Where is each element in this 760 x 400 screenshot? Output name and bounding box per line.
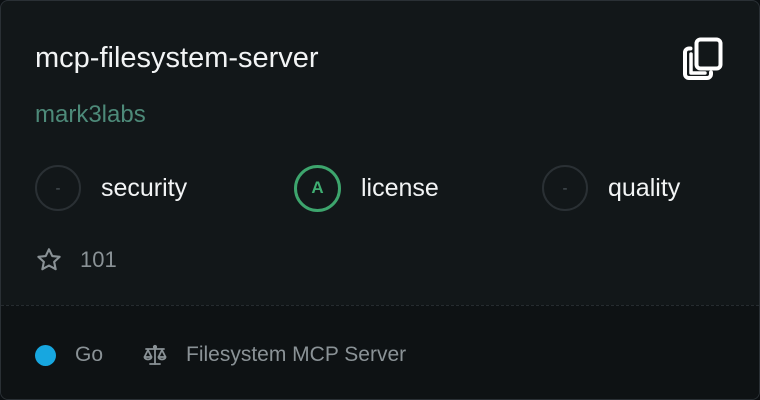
star-count-value: 101 xyxy=(80,247,117,272)
language-label: Go xyxy=(75,343,104,366)
star-outline-icon xyxy=(37,248,61,271)
repo-owner[interactable]: mark3labs xyxy=(35,98,146,132)
quality-score: - quality xyxy=(542,164,680,212)
copy-icon xyxy=(683,37,723,80)
repo-name[interactable]: mcp-filesystem-server xyxy=(35,38,319,78)
license-info: Filesystem MCP Server xyxy=(142,341,406,369)
license-name: Filesystem MCP Server xyxy=(186,343,407,366)
star-count: 101 xyxy=(35,245,117,275)
scale-icon xyxy=(143,344,167,365)
quality-grade-badge: - xyxy=(542,165,588,211)
language-color-dot xyxy=(35,344,56,366)
card-footer: Go Filesystem MCP Server xyxy=(1,305,759,399)
copy-button[interactable] xyxy=(681,37,725,81)
security-score: - security xyxy=(35,164,187,212)
license-grade-badge: A xyxy=(294,164,341,212)
security-label: security xyxy=(101,173,188,202)
security-grade-badge: - xyxy=(35,165,81,211)
license-label: license xyxy=(361,173,439,202)
quality-label: quality xyxy=(608,173,681,202)
repo-card[interactable]: mcp-filesystem-server mark3labs - securi… xyxy=(0,0,760,400)
license-score: A license xyxy=(294,164,439,212)
language: Go xyxy=(35,342,103,368)
